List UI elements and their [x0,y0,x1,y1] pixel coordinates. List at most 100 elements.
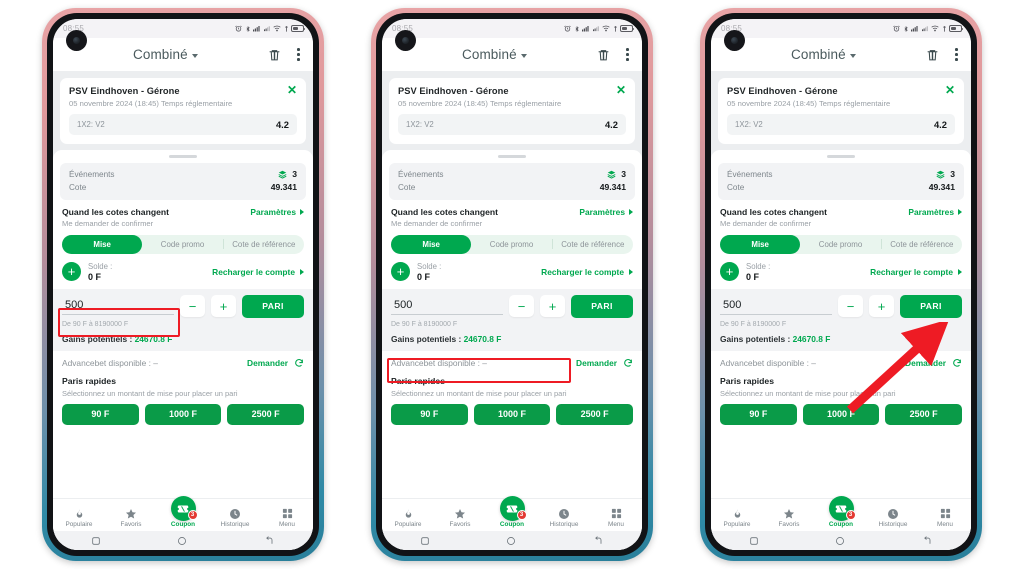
page-title[interactable]: Combiné [133,47,198,62]
sidebar-item-coupon[interactable]: 3 Coupon [486,496,538,531]
quick-bet-1000[interactable]: 1000 F [473,403,551,425]
coupon-button[interactable]: 3 [170,496,198,521]
quick-bet-90[interactable]: 90 F [720,403,797,425]
bottom-navigation: Populaire Favoris 3 Coupon Historique Me… [53,496,313,531]
settings-link[interactable]: Paramètres [250,207,304,217]
add-funds-button[interactable]: + [720,262,739,281]
sidebar-item-favoris[interactable]: Favoris [434,507,486,531]
stake-input-field[interactable]: 500 [62,297,174,315]
bet-button[interactable]: PARI [900,294,962,318]
kebab-menu-icon[interactable] [624,46,631,62]
sidebar-item-menu[interactable]: Menu [919,507,971,531]
recharge-account-link[interactable]: Recharger le compte [541,267,633,277]
events-count: 3 [292,169,297,179]
page-title[interactable]: Combiné [462,47,527,62]
recharge-account-link[interactable]: Recharger le compte [212,267,304,277]
event-market-row[interactable]: 1X2: V2 4.2 [727,114,955,135]
circle-icon[interactable] [177,536,187,546]
sidebar-item-menu[interactable]: Menu [590,507,642,531]
tab-cote-reference[interactable]: Cote de référence [224,235,304,254]
tab-mise[interactable]: Mise [391,234,472,254]
sidebar-item-coupon[interactable]: 3 Coupon [157,496,209,531]
quick-bet-1000[interactable]: 1000 F [802,403,880,425]
coupon-button[interactable]: 3 [828,496,856,521]
close-icon[interactable]: ✕ [945,84,955,96]
sidebar-item-menu[interactable]: Menu [261,507,313,531]
tab-code-promo[interactable]: Code promo [800,235,880,254]
sidebar-item-historique[interactable]: Historique [209,507,261,531]
quick-bet-90[interactable]: 90 F [391,403,468,425]
tab-mise[interactable]: Mise [720,234,801,254]
kebab-menu-icon[interactable] [953,46,960,62]
stake-increase-button[interactable]: + [211,295,236,317]
stake-input-field[interactable]: 500 [720,297,832,315]
sidebar-item-historique[interactable]: Historique [867,507,919,531]
refresh-icon[interactable] [294,358,304,368]
square-icon[interactable] [91,536,101,546]
circle-icon[interactable] [506,536,516,546]
settings-link[interactable]: Paramètres [579,207,633,217]
kebab-menu-icon[interactable] [295,46,302,62]
sheet-grabber[interactable] [827,155,855,158]
quick-bet-1000[interactable]: 1000 F [144,403,222,425]
quick-bet-2500[interactable]: 2500 F [227,403,305,425]
trash-icon[interactable] [268,48,281,62]
coupon-button[interactable]: 3 [499,496,527,521]
stake-increase-button[interactable]: + [869,295,894,317]
refresh-icon[interactable] [623,358,633,368]
quick-bet-90[interactable]: 90 F [62,403,139,425]
close-icon[interactable]: ✕ [616,84,626,96]
stake-input-value[interactable]: 500 [391,297,503,314]
close-icon[interactable]: ✕ [287,84,297,96]
back-icon[interactable] [922,535,933,546]
advancebet-request-button[interactable]: Demander [576,358,617,368]
tab-cote-reference[interactable]: Cote de référence [553,235,633,254]
stake-input-value[interactable]: 500 [720,297,832,314]
sidebar-item-populaire[interactable]: Populaire [711,507,763,531]
sidebar-item-historique[interactable]: Historique [538,507,590,531]
settings-link[interactable]: Paramètres [908,207,962,217]
stake-decrease-button[interactable]: − [509,295,534,317]
circle-icon[interactable] [835,536,845,546]
trash-icon[interactable] [926,48,939,62]
sidebar-item-favoris[interactable]: Favoris [763,507,815,531]
sheet-grabber[interactable] [498,155,526,158]
nav-label-favoris: Favoris [120,521,142,528]
square-icon[interactable] [420,536,430,546]
quick-bet-2500[interactable]: 2500 F [556,403,634,425]
bet-button[interactable]: PARI [571,294,633,318]
stake-input-value[interactable]: 500 [62,297,174,314]
recharge-account-link[interactable]: Recharger le compte [870,267,962,277]
stake-input-field[interactable]: 500 [391,297,503,315]
tab-code-promo[interactable]: Code promo [142,235,222,254]
event-market-row[interactable]: 1X2: V2 4.2 [69,114,297,135]
tab-cote-reference[interactable]: Cote de référence [882,235,962,254]
sidebar-item-populaire[interactable]: Populaire [382,507,434,531]
stake-decrease-button[interactable]: − [180,295,205,317]
tab-mise[interactable]: Mise [62,234,143,254]
trash-icon[interactable] [597,48,610,62]
sheet-grabber[interactable] [169,155,197,158]
page-title[interactable]: Combiné [791,47,856,62]
stake-increase-button[interactable]: + [540,295,565,317]
usb-icon [284,25,289,32]
advancebet-request-button[interactable]: Demander [905,358,946,368]
advancebet-request-button[interactable]: Demander [247,358,288,368]
stake-decrease-button[interactable]: − [838,295,863,317]
square-icon[interactable] [749,536,759,546]
refresh-icon[interactable] [952,358,962,368]
quick-bet-2500[interactable]: 2500 F [885,403,963,425]
event-market-row[interactable]: 1X2: V2 4.2 [398,114,626,135]
sidebar-item-favoris[interactable]: Favoris [105,507,157,531]
bet-button[interactable]: PARI [242,294,304,318]
status-icons [235,25,306,33]
sidebar-item-populaire[interactable]: Populaire [53,507,105,531]
back-icon[interactable] [264,535,275,546]
add-funds-button[interactable]: + [62,262,81,281]
tab-code-promo[interactable]: Code promo [471,235,551,254]
coupon-badge: 3 [187,510,198,520]
sidebar-item-coupon[interactable]: 3 Coupon [815,496,867,531]
add-funds-button[interactable]: + [391,262,410,281]
clock-icon [229,507,241,520]
back-icon[interactable] [593,535,604,546]
